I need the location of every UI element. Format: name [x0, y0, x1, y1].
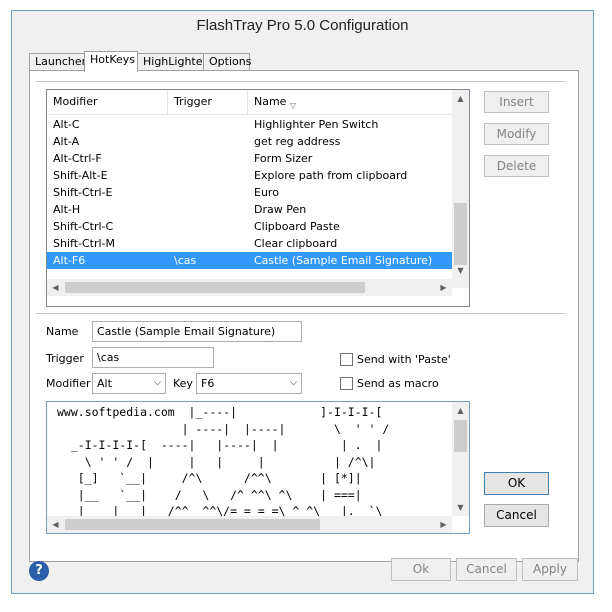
scroll-up-icon[interactable]: ▲ [452, 90, 469, 107]
cell-name: Highlighter Pen Switch [254, 118, 379, 131]
scroll-left-icon[interactable]: ◀ [47, 516, 64, 533]
cell-modifier: Alt-F6 [53, 254, 86, 267]
title-bar[interactable]: FlashTray Pro 5.0 Configuration [12, 11, 593, 44]
cell-modifier: Shift-Ctrl-M [53, 237, 116, 250]
macro-text: www.softpedia.com |_----| ]-I-I-I-[ | --… [57, 405, 390, 518]
delete-button[interactable]: Delete [484, 155, 549, 177]
window-title: FlashTray Pro 5.0 Configuration [196, 17, 409, 34]
cell-modifier: Alt-H [53, 203, 81, 216]
text-scroll-thumb[interactable] [454, 420, 467, 452]
table-row[interactable]: Shift-Ctrl-E Euro [47, 184, 452, 201]
macro-text-area[interactable]: www.softpedia.com |_----| ]-I-I-I-[ | --… [46, 401, 470, 534]
text-horizontal-scrollbar[interactable]: ◀ ▶ [47, 516, 452, 533]
name-field[interactable]: Castle (Sample Email Signature) [92, 321, 302, 342]
footer-apply-button[interactable]: Apply [522, 558, 578, 581]
table-row[interactable]: Alt-Ctrl-F Form Sizer [47, 150, 452, 167]
cell-name: Explore path from clipboard [254, 169, 408, 182]
key-label: Key [173, 377, 193, 390]
table-row[interactable]: Shift-Alt-E Explore path from clipboard [47, 167, 452, 184]
tab-options[interactable]: Options [203, 53, 251, 70]
trigger-label: Trigger [46, 352, 84, 365]
cell-name: Clipboard Paste [254, 220, 340, 233]
help-icon[interactable]: ? [29, 561, 49, 581]
sort-indicator-icon: ▽ [290, 101, 297, 110]
table-row[interactable]: Shift-Ctrl-M Clear clipboard [47, 235, 452, 252]
footer-ok-button[interactable]: Ok [391, 558, 451, 581]
scroll-down-icon[interactable]: ▼ [452, 499, 469, 516]
chevron-down-icon: ⌵ [154, 378, 161, 388]
hotkeys-list: Modifier Trigger Name ▽ Alt-C Highlighter… [46, 89, 470, 307]
scroll-thumb[interactable] [454, 203, 467, 265]
list-header: Modifier Trigger Name ▽ [47, 90, 452, 115]
middle-divider [36, 313, 566, 314]
scroll-down-icon[interactable]: ▼ [452, 262, 469, 279]
column-header-name-label: Name [254, 95, 287, 108]
scroll-up-icon[interactable]: ▲ [452, 402, 469, 419]
table-row[interactable]: Alt-A get reg address [47, 133, 452, 150]
trigger-field[interactable]: \cas [92, 347, 214, 368]
scroll-left-icon[interactable]: ◀ [47, 279, 64, 296]
cell-trigger: \cas [174, 254, 197, 267]
cell-name: Form Sizer [254, 152, 313, 165]
chevron-down-icon: ⌵ [290, 378, 297, 388]
tab-highlighter[interactable]: HighLighter [137, 53, 207, 70]
cell-modifier: Shift-Ctrl-E [53, 186, 113, 199]
insert-button[interactable]: Insert [484, 91, 549, 113]
modifier-label: Modifier [46, 377, 91, 390]
ok-button[interactable]: OK [484, 472, 549, 495]
send-paste-label: Send with 'Paste' [357, 353, 451, 366]
send-macro-label: Send as macro [357, 377, 439, 390]
column-header-name[interactable]: Name ▽ [248, 90, 452, 114]
tab-launcher[interactable]: Launcher [29, 53, 86, 70]
name-label: Name [46, 325, 79, 338]
cancel-button[interactable]: Cancel [484, 504, 549, 527]
table-row[interactable]: Shift-Ctrl-C Clipboard Paste [47, 218, 452, 235]
cell-name: Euro [254, 186, 279, 199]
table-row[interactable]: Alt-H Draw Pen [47, 201, 452, 218]
scroll-right-icon[interactable]: ▶ [435, 279, 452, 296]
top-divider [36, 81, 566, 82]
send-macro-checkbox[interactable] [340, 377, 353, 390]
cell-modifier: Alt-Ctrl-F [53, 152, 102, 165]
key-select-value: F6 [201, 377, 215, 390]
cell-name: Castle (Sample Email Signature) [254, 254, 433, 267]
table-row[interactable]: Alt-F6 \cas Castle (Sample Email Signature… [47, 252, 452, 269]
table-row[interactable]: Alt-C Highlighter Pen Switch [47, 116, 452, 133]
cell-modifier: Shift-Ctrl-C [53, 220, 114, 233]
cell-modifier: Alt-A [53, 135, 80, 148]
send-paste-checkbox[interactable] [340, 353, 353, 366]
list-horizontal-scrollbar[interactable]: ◀ ▶ [47, 279, 452, 296]
cell-modifier: Alt-C [53, 118, 80, 131]
list-vertical-scrollbar[interactable]: ▲ ▼ [452, 90, 469, 288]
text-vertical-scrollbar[interactable]: ▲ ▼ [452, 402, 469, 516]
modifier-select[interactable]: Alt ⌵ [92, 373, 166, 394]
footer-cancel-button[interactable]: Cancel [456, 558, 517, 581]
modifier-select-value: Alt [97, 377, 112, 390]
cell-name: Draw Pen [254, 203, 307, 216]
tab-hotkeys[interactable]: HotKeys [84, 51, 138, 72]
column-header-modifier[interactable]: Modifier [47, 90, 168, 114]
key-select[interactable]: F6 ⌵ [196, 373, 302, 394]
modify-button[interactable]: Modify [484, 123, 549, 145]
cell-name: get reg address [254, 135, 341, 148]
scroll-right-icon[interactable]: ▶ [435, 516, 452, 533]
column-header-trigger[interactable]: Trigger [168, 90, 248, 114]
cell-name: Clear clipboard [254, 237, 338, 250]
hscroll-thumb[interactable] [65, 282, 365, 293]
cell-modifier: Shift-Alt-E [53, 169, 108, 182]
text-hscroll-thumb[interactable] [65, 519, 320, 530]
